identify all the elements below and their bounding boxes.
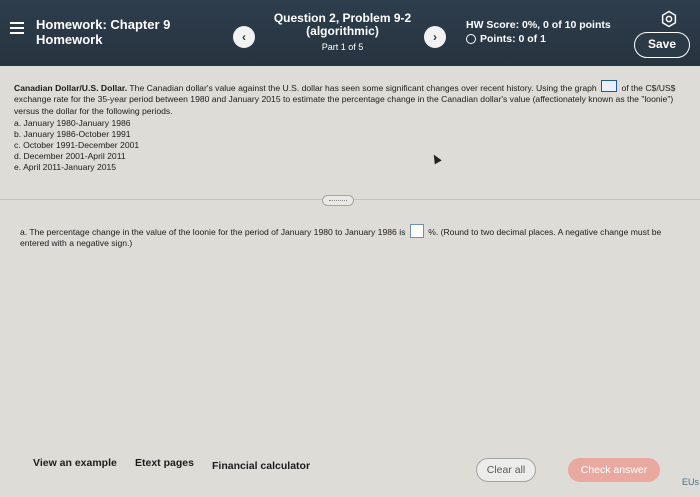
answer-input[interactable]: [409, 224, 424, 238]
clear-all-button[interactable]: Clear all: [476, 458, 536, 482]
problem-part-b: b. January 1986-October 1991: [14, 129, 131, 140]
check-answer-button[interactable]: Check answer: [568, 458, 660, 482]
save-button[interactable]: Save: [634, 32, 690, 58]
problem-title: Canadian Dollar/U.S. Dollar.: [14, 83, 128, 93]
financial-calculator-link[interactable]: Financial calculator: [212, 460, 310, 472]
points-row: Points: 0 of 1: [466, 32, 611, 46]
content-area: Canadian Dollar/U.S. Dollar. The Canadia…: [0, 66, 700, 497]
previous-question-button[interactable]: ‹: [233, 26, 255, 48]
corner-language-indicator: EUs: [682, 477, 700, 487]
question-title-line2: (algorithmic): [306, 24, 379, 38]
next-question-button[interactable]: ›: [424, 26, 446, 48]
hw-score: HW Score: 0%, 0 of 10 points: [466, 19, 611, 31]
homework-title: Homework: Chapter 9 Homework: [36, 17, 170, 47]
gear-icon[interactable]: [660, 10, 678, 28]
hamburger-menu-icon[interactable]: [10, 22, 24, 36]
question-title: Question 2, Problem 9-2 (algorithmic): [270, 12, 415, 38]
question-prompt: a. The percentage change in the value of…: [20, 224, 685, 250]
problem-part-c: c. October 1991-December 2001: [14, 140, 140, 151]
homework-title-line2: Homework: [36, 32, 103, 47]
problem-text-before-graph: The Canadian dollar's value against the …: [129, 83, 597, 93]
footer-bar: View an example Etext pages Financial ca…: [0, 455, 700, 497]
etext-pages-link[interactable]: Etext pages: [135, 457, 194, 469]
points-circle-icon: [466, 34, 476, 44]
view-example-link[interactable]: View an example: [33, 457, 117, 469]
problem-part-d: d. December 2001-April 2011: [14, 151, 126, 162]
points-text: Points: 0 of 1: [480, 33, 546, 45]
score-panel: HW Score: 0%, 0 of 10 points Points: 0 o…: [466, 18, 611, 46]
problem-part-e: e. April 2011-January 2015: [14, 162, 117, 173]
problem-statement: Canadian Dollar/U.S. Dollar. The Canadia…: [14, 80, 690, 173]
graph-icon[interactable]: [601, 80, 618, 92]
chevron-right-icon: ›: [433, 30, 437, 44]
homework-title-line1: Homework: Chapter 9: [36, 17, 171, 32]
problem-part-a: a. January 1980-January 1986: [14, 118, 131, 129]
question-text-before-box: a. The percentage change in the value of…: [20, 227, 406, 237]
part-indicator: Part 1 of 5: [321, 42, 364, 52]
divider-drag-handle[interactable]: [322, 195, 354, 206]
problem-parts-list: a. January 1980-January 1986 b. January …: [14, 118, 690, 173]
chevron-left-icon: ‹: [242, 30, 246, 44]
top-header: Homework: Chapter 9 Homework ‹ Question …: [0, 0, 700, 66]
